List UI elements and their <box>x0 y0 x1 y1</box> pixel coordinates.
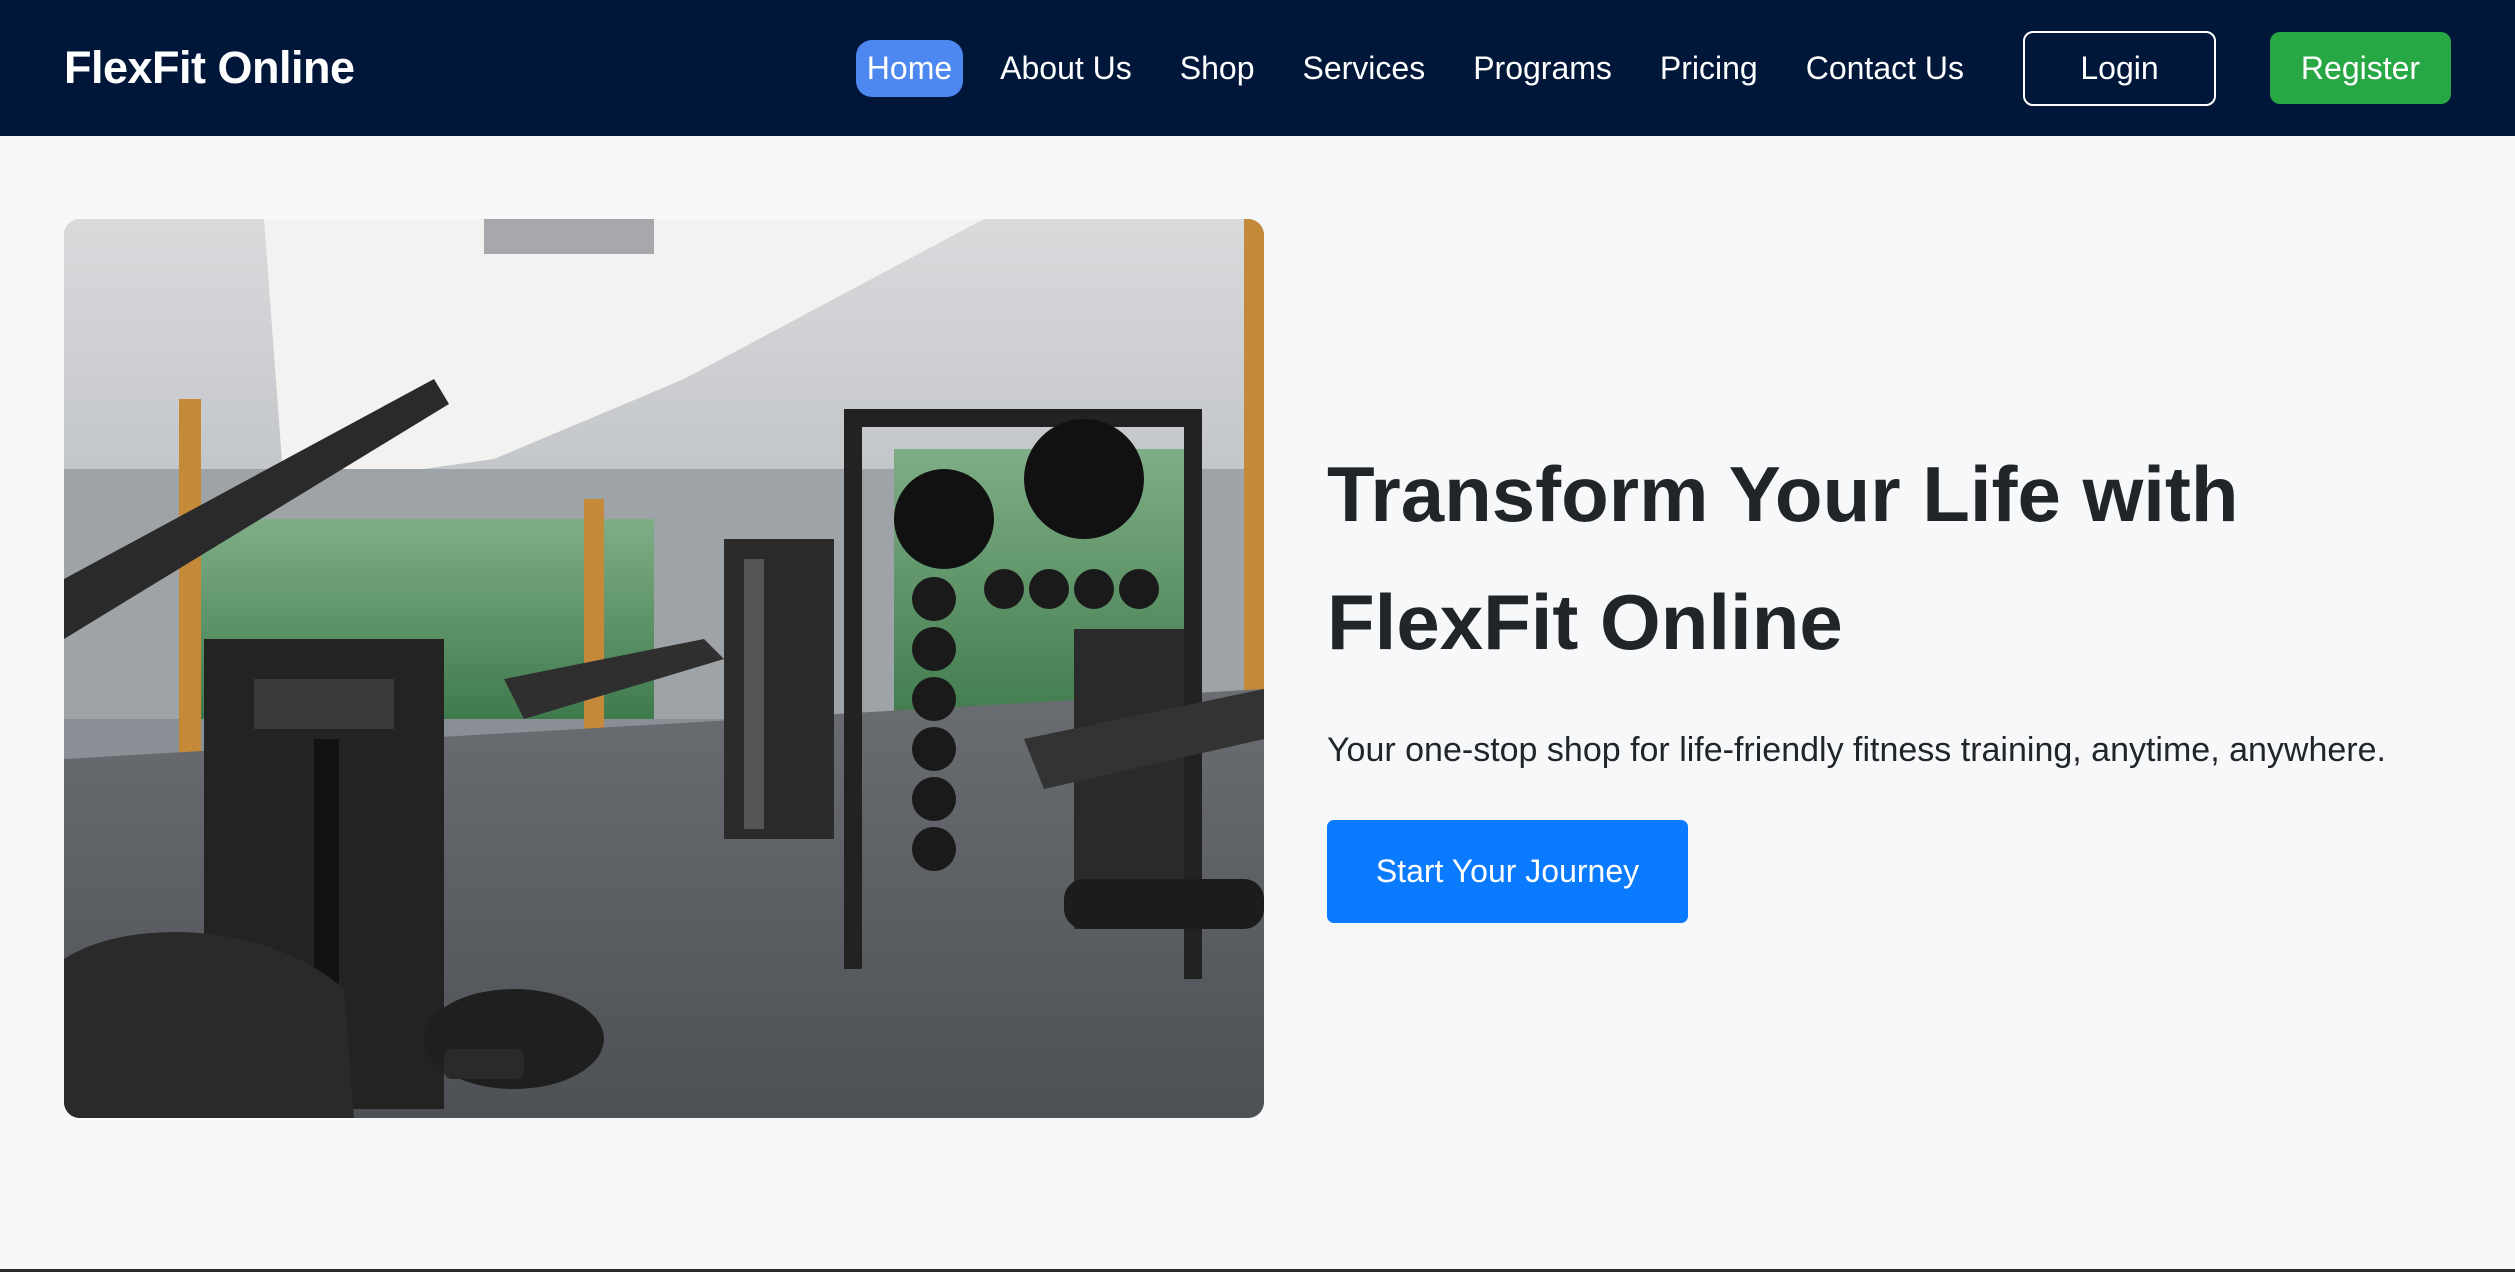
nav-link-pricing[interactable]: Pricing <box>1649 40 1769 97</box>
register-button[interactable]: Register <box>2270 32 2451 104</box>
gym-illustration <box>64 219 1264 1118</box>
nav-link-programs[interactable]: Programs <box>1462 40 1623 97</box>
nav-link-shop[interactable]: Shop <box>1169 40 1266 97</box>
hero-title-line-2: FlexFit Online <box>1327 578 1843 666</box>
nav-links: Home About Us Shop Services Programs Pri… <box>855 0 2451 136</box>
nav-link-about-us[interactable]: About Us <box>989 40 1143 97</box>
login-button[interactable]: Login <box>2023 30 2216 106</box>
hero-text-block: Transform Your Life with FlexFit Online … <box>1327 430 2477 923</box>
brand-logo[interactable]: FlexFit Online <box>64 42 355 94</box>
nav-link-contact-us[interactable]: Contact Us <box>1795 40 1975 97</box>
start-journey-button[interactable]: Start Your Journey <box>1327 820 1688 923</box>
hero-gym-image <box>64 219 1264 1118</box>
top-navbar: FlexFit Online Home About Us Shop Servic… <box>0 0 2515 136</box>
hero-title: Transform Your Life with FlexFit Online <box>1327 430 2477 686</box>
nav-link-services[interactable]: Services <box>1292 40 1437 97</box>
hero-subtitle: Your one-stop shop for life-friendly fit… <box>1327 731 2386 769</box>
hero-title-line-1: Transform Your Life with <box>1327 450 2239 538</box>
nav-link-home[interactable]: Home <box>855 39 964 97</box>
